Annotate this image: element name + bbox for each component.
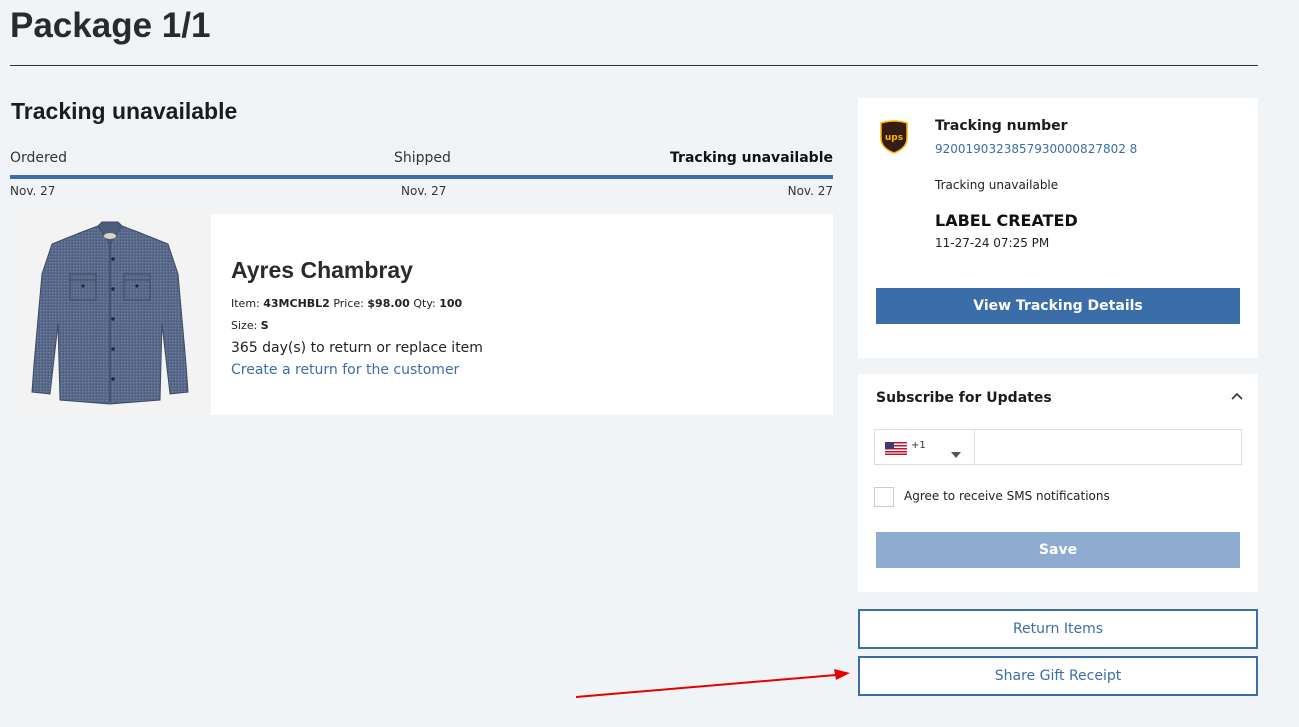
subscribe-card: Subscribe for Updates +1 Agree to receiv… <box>858 374 1258 592</box>
tracking-status-heading: Tracking unavailable <box>11 98 238 124</box>
item-meta-row: Item: 43MCHBL2 Price: $98.00 Qty: 100 <box>231 297 462 310</box>
svg-text:ups: ups <box>885 133 903 143</box>
item-code: 43MCHBL2 <box>263 297 330 310</box>
subscribe-title: Subscribe for Updates <box>876 390 1052 406</box>
tracking-status-text: Tracking unavailable <box>935 178 1059 192</box>
tracking-event-title: LABEL CREATED <box>935 211 1078 230</box>
progress-fill <box>10 175 833 179</box>
item-qty: 100 <box>439 297 463 310</box>
caret-down-icon <box>951 443 961 462</box>
tracking-number-link[interactable]: 9200190323857930000827802 8 <box>935 142 1137 156</box>
tracking-event-time: 11-27-24 07:25 PM <box>935 236 1050 250</box>
return-items-button[interactable]: Return Items <box>858 609 1258 649</box>
return-window-text: 365 day(s) to return or replace item <box>231 340 483 356</box>
view-tracking-details-button[interactable]: View Tracking Details <box>876 288 1240 324</box>
country-code-select[interactable]: +1 <box>875 430 975 464</box>
step-current-label: Tracking unavailable <box>670 150 833 166</box>
title-divider <box>10 65 1258 66</box>
step-ordered-label: Ordered <box>10 150 67 166</box>
tracking-card: ups Tracking number 92001903238579300008… <box>858 98 1258 358</box>
chevron-up-icon[interactable] <box>1231 388 1243 407</box>
create-return-link[interactable]: Create a return for the customer <box>231 362 459 378</box>
country-code: +1 <box>911 440 926 451</box>
chambray-shirt-image <box>10 214 211 415</box>
price-label: Price: <box>333 297 364 310</box>
item-name: Ayres Chambray <box>231 257 413 283</box>
item-code-label: Item: <box>231 297 260 310</box>
sms-consent-label: Agree to receive SMS notifications <box>904 489 1110 503</box>
us-flag-icon <box>885 440 907 459</box>
red-arrow-annotation <box>570 665 852 709</box>
share-gift-receipt-button[interactable]: Share Gift Receipt <box>858 656 1258 696</box>
size-label: Size: <box>231 319 258 332</box>
sms-consent-checkbox[interactable] <box>874 487 894 507</box>
item-card: Ayres Chambray Item: 43MCHBL2 Price: $98… <box>10 214 833 415</box>
step-ordered-date: Nov. 27 <box>10 184 56 198</box>
step-current-date: Nov. 27 <box>787 184 833 198</box>
item-size: S <box>260 319 269 332</box>
step-shipped-label: Shipped <box>394 150 451 166</box>
save-button[interactable]: Save <box>876 532 1240 568</box>
item-size-row: Size: S <box>231 319 269 332</box>
phone-input-group: +1 <box>874 429 1242 465</box>
phone-number-input[interactable] <box>976 430 1241 464</box>
qty-label: Qty: <box>413 297 436 310</box>
ups-logo-icon: ups <box>880 120 908 158</box>
page-title: Package 1/1 <box>10 6 211 45</box>
step-shipped-date: Nov. 27 <box>401 184 447 198</box>
tracking-number-label: Tracking number <box>935 118 1068 134</box>
item-price: $98.00 <box>367 297 410 310</box>
